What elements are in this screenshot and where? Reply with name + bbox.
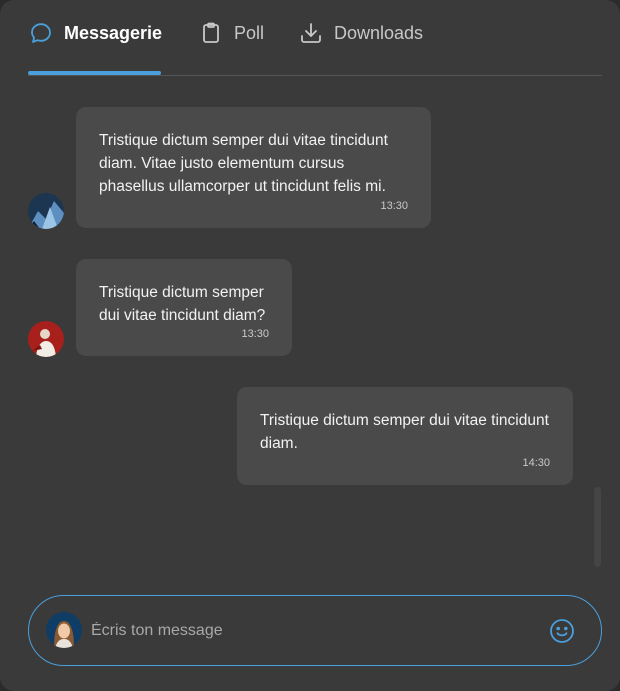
message-bubble: Tristique dictum semper dui vitae tincid… — [76, 107, 431, 228]
message-timestamp: 14:30 — [522, 457, 550, 469]
tab-downloads[interactable]: Downloads — [298, 18, 423, 48]
message-timestamp: 13:30 — [380, 200, 408, 212]
message-text: Tristique dictum semper dui vitae tincid… — [99, 132, 388, 195]
tab-bar: Messagerie Poll Downloads — [28, 0, 602, 76]
chat-bubble-icon — [28, 20, 54, 46]
message-bubble-own: Tristique dictum semper dui vitae tincid… — [237, 387, 573, 485]
avatar[interactable] — [28, 321, 64, 357]
scrollbar[interactable] — [594, 487, 601, 567]
message-timestamp: 13:30 — [241, 328, 269, 340]
avatar[interactable] — [28, 193, 64, 229]
message-bubble: Tristique dictum semper dui vitae tincid… — [76, 259, 292, 356]
message-text: Tristique dictum semper dui vitae tincid… — [260, 412, 549, 452]
chat-panel: Messagerie Poll Downloads Tristique dict… — [0, 0, 620, 691]
message-input[interactable] — [91, 614, 521, 648]
tab-downloads-label: Downloads — [334, 22, 424, 43]
tab-messagerie-label: Messagerie — [64, 22, 163, 43]
message-text: Tristique dictum semper dui vitae tincid… — [99, 284, 266, 324]
message-composer — [28, 595, 602, 666]
user-avatar[interactable] — [46, 612, 82, 648]
smiley-icon[interactable] — [548, 617, 576, 645]
active-tab-indicator — [28, 71, 161, 75]
tab-poll-label: Poll — [234, 22, 265, 43]
tab-messagerie[interactable]: Messagerie — [28, 18, 162, 48]
clipboard-icon — [198, 20, 224, 46]
download-icon — [298, 20, 324, 46]
tab-poll[interactable]: Poll — [198, 18, 264, 48]
